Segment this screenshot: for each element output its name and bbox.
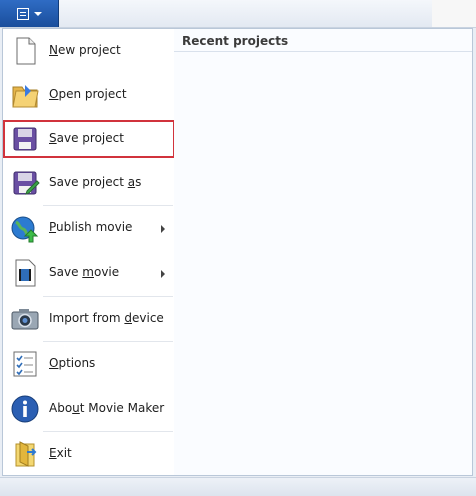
folder-icon [12, 85, 39, 108]
menu-command-list: New project Open project Save project Sa… [3, 29, 175, 475]
exit-item[interactable]: Exit [3, 432, 173, 476]
publish-movie-item[interactable]: Publish movie [3, 206, 173, 250]
camera-icon [11, 309, 39, 330]
menu-item-label: New project [49, 43, 121, 57]
menu-item-label: Exit [49, 446, 72, 460]
checklist-icon [13, 351, 37, 377]
document-icon [16, 7, 29, 20]
highlight-box [3, 120, 175, 158]
new-project-item[interactable]: New project [3, 29, 173, 73]
recent-projects-panel: Recent projects [174, 29, 472, 475]
title-bar [0, 0, 476, 28]
menu-item-label: Save movie [49, 265, 120, 279]
new-document-icon [16, 37, 36, 65]
application-menu: New project Open project Save project Sa… [2, 28, 473, 476]
menu-item-label: About Movie Maker [49, 401, 165, 415]
menu-item-label: Save project as [49, 175, 142, 189]
menu-item-label: Import from device [49, 311, 164, 325]
options-item[interactable]: Options [3, 342, 173, 386]
exit-document-icon [15, 441, 37, 467]
app-menu-button[interactable] [0, 0, 59, 27]
open-project-item[interactable]: Open project [3, 73, 173, 117]
film-document-icon [15, 259, 36, 287]
menu-item-label: Options [49, 356, 96, 370]
recent-projects-title: Recent projects [182, 34, 289, 48]
recent-projects-divider [174, 51, 472, 52]
info-icon [11, 395, 39, 423]
import-from-device-item[interactable]: Import from device [3, 297, 173, 341]
globe-upload-icon [11, 216, 39, 243]
submenu-arrow-icon [161, 270, 165, 278]
floppy-disk-edit-icon [13, 171, 40, 195]
chevron-down-icon [33, 11, 42, 16]
save-movie-item[interactable]: Save movie [3, 251, 173, 295]
submenu-arrow-icon [161, 225, 165, 233]
menu-item-label: Publish movie [49, 220, 133, 234]
save-project-as-item[interactable]: Save project as [3, 161, 173, 205]
title-bar-right [432, 0, 476, 27]
menu-item-label: Open project [49, 87, 127, 101]
about-movie-maker-item[interactable]: About Movie Maker [3, 387, 173, 431]
bottom-bar [0, 477, 476, 496]
